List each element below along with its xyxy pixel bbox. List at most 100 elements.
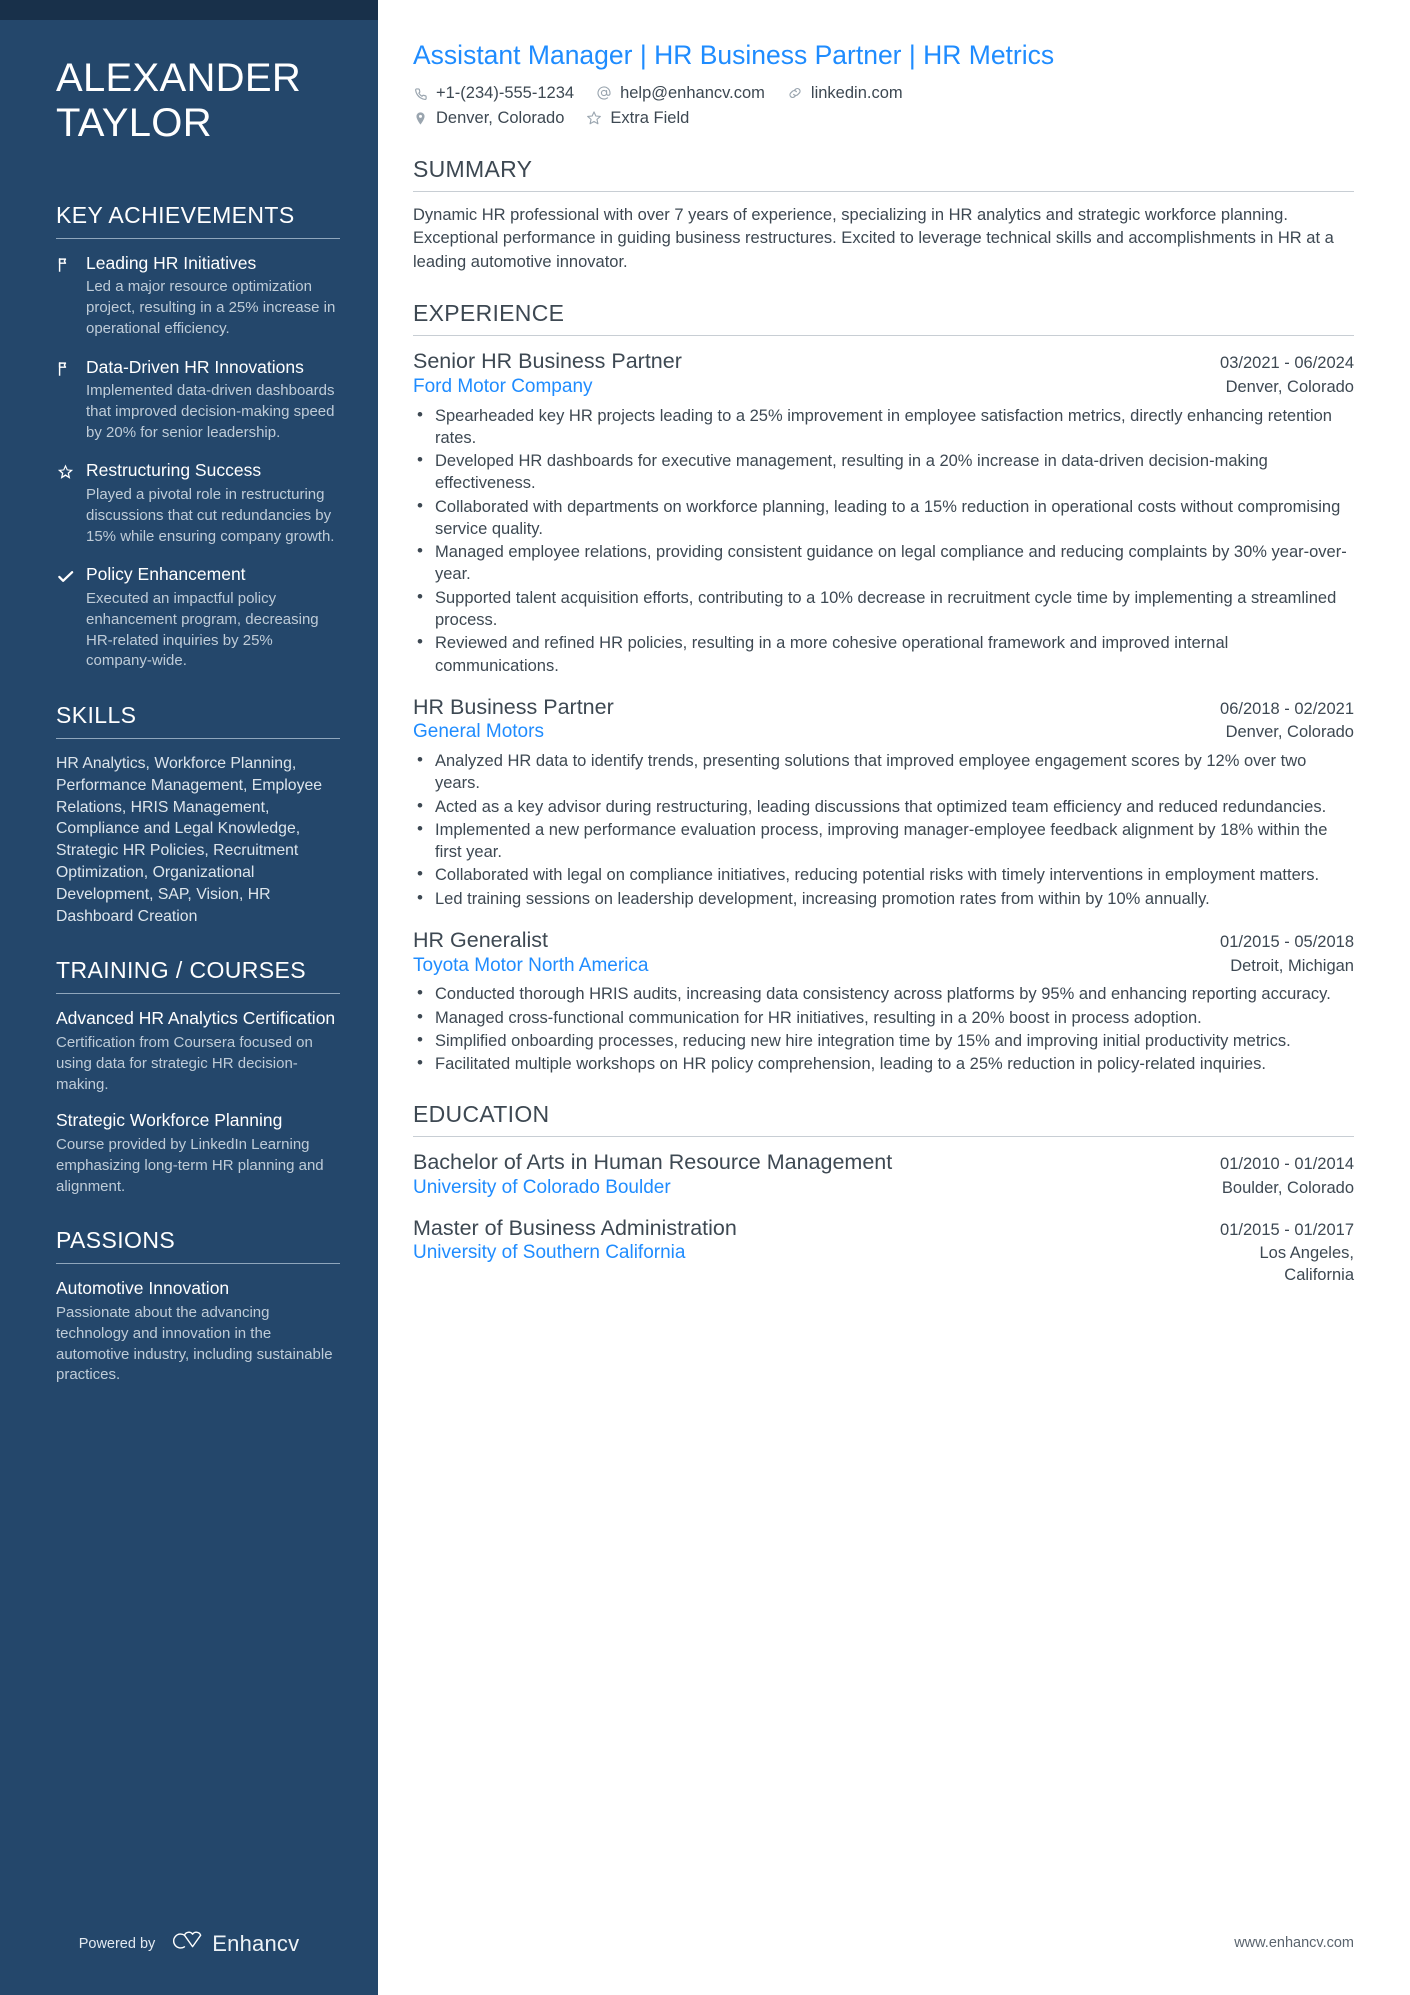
flag-icon xyxy=(56,357,86,444)
experience-title-row: HR Business Partner 06/2018 - 02/2021 xyxy=(413,694,1354,721)
degree-dates: 01/2015 - 01/2017 xyxy=(1220,1220,1354,1239)
contact-extra-field-text: Extra Field xyxy=(610,108,690,127)
school-location: Boulder, Colorado xyxy=(1221,1179,1354,1198)
job-bullet: Managed employee relations, providing co… xyxy=(413,540,1354,586)
contact-row-secondary: Denver, Colorado Extra Field xyxy=(413,107,1354,130)
education-entry: Bachelor of Arts in Human Resource Manag… xyxy=(413,1149,1354,1200)
star-icon xyxy=(56,460,86,547)
contact-row-primary: +1-(234)-555-1234 help@enhancv.com linke… xyxy=(413,82,1354,105)
job-bullet: Managed cross-functional communication f… xyxy=(413,1006,1354,1029)
experience-company-row: General Motors Denver, Colorado xyxy=(413,720,1354,745)
contact-email[interactable]: help@enhancv.com xyxy=(596,82,765,105)
job-dates: 03/2021 - 06/2024 xyxy=(1220,354,1354,373)
achievement-item: Leading HR Initiatives Led a major resou… xyxy=(56,253,340,340)
candidate-first-name: ALEXANDER xyxy=(56,56,302,100)
contact-location[interactable]: Denver, Colorado xyxy=(413,107,564,130)
contact-phone-text: +1-(234)-555-1234 xyxy=(436,83,575,102)
job-bullet: Led training sessions on leadership deve… xyxy=(413,887,1354,910)
section-divider xyxy=(56,993,340,995)
experience-title-row: Senior HR Business Partner 03/2021 - 06/… xyxy=(413,348,1354,375)
course-title: Advanced HR Analytics Certification xyxy=(56,1008,336,1029)
achievement-description: Implemented data-driven dashboards that … xyxy=(86,382,335,441)
job-company[interactable]: Ford Motor Company xyxy=(413,375,1208,400)
course-description: Course provided by LinkedIn Learning emp… xyxy=(56,1136,324,1195)
job-location: Denver, Colorado xyxy=(1225,723,1354,742)
section-summary: SUMMARY Dynamic HR professional with ove… xyxy=(413,156,1354,274)
job-bullet-list: Spearheaded key HR projects leading to a… xyxy=(413,404,1354,677)
section-divider xyxy=(56,738,340,740)
job-bullet: Supported talent acquisition efforts, co… xyxy=(413,586,1354,632)
job-bullet: Implemented a new performance evaluation… xyxy=(413,818,1354,864)
contact-extra-field[interactable]: Extra Field xyxy=(586,107,689,130)
job-dates: 06/2018 - 02/2021 xyxy=(1220,699,1354,718)
powered-by-label: Powered by xyxy=(78,1935,156,1952)
contact-linkedin-text: linkedin.com xyxy=(810,83,903,102)
contact-email-text: help@enhancv.com xyxy=(620,83,765,102)
enhancv-url[interactable]: www.enhancv.com xyxy=(1234,1935,1354,1951)
enhancv-brand[interactable]: Enhancv xyxy=(169,1930,299,1957)
job-bullet: Simplified onboarding processes, reducin… xyxy=(413,1029,1354,1052)
sidebar-footer: Powered by Enhancv xyxy=(0,1930,378,1957)
section-divider xyxy=(56,237,340,239)
section-divider xyxy=(56,1263,340,1265)
check-icon xyxy=(56,564,86,672)
job-bullet: Developed HR dashboards for executive ma… xyxy=(413,449,1354,495)
section-passions: PASSIONS Automotive Innovation Passionat… xyxy=(56,1227,340,1386)
achievement-title: Data-Driven HR Innovations xyxy=(86,356,304,377)
job-bullet: Spearheaded key HR projects leading to a… xyxy=(413,404,1354,450)
achievement-description: Played a pivotal role in restructuring d… xyxy=(86,486,335,545)
contact-linkedin[interactable]: linkedin.com xyxy=(787,82,903,105)
star-outline-icon xyxy=(586,110,602,126)
job-bullet-list: Conducted thorough HRIS audits, increasi… xyxy=(413,982,1354,1075)
experience-company-row: Toyota Motor North America Detroit, Mich… xyxy=(413,954,1354,979)
job-title: HR Generalist xyxy=(413,927,549,952)
section-training-courses: TRAINING / COURSES Advanced HR Analytics… xyxy=(56,957,340,1197)
section-divider xyxy=(413,1136,1354,1138)
job-company[interactable]: Toyota Motor North America xyxy=(413,954,1212,979)
section-heading-passions: PASSIONS xyxy=(56,1227,176,1254)
section-heading-education: EDUCATION xyxy=(413,1101,550,1128)
job-title: Senior HR Business Partner xyxy=(413,349,682,374)
education-school-row: University of Southern California Los An… xyxy=(413,1241,1354,1286)
at-sign-icon xyxy=(596,85,612,101)
achievement-item: Policy Enhancement Executed an impactful… xyxy=(56,564,340,672)
experience-title-row: HR Generalist 01/2015 - 05/2018 xyxy=(413,927,1354,954)
professional-headline: Assistant Manager | HR Business Partner … xyxy=(413,40,1055,70)
job-bullet: Acted as a key advisor during restructur… xyxy=(413,795,1354,818)
course-title: Strategic Workforce Planning xyxy=(56,1110,283,1131)
course-item: Advanced HR Analytics Certification Cert… xyxy=(56,1008,340,1095)
course-item: Strategic Workforce Planning Course prov… xyxy=(56,1110,340,1197)
enhancv-wordmark: Enhancv xyxy=(212,1930,300,1956)
candidate-name: ALEXANDER TAYLOR xyxy=(56,56,340,146)
job-company[interactable]: General Motors xyxy=(413,720,1208,745)
section-heading-summary: SUMMARY xyxy=(413,155,533,182)
flag-icon xyxy=(56,253,86,340)
contact-location-text: Denver, Colorado xyxy=(436,108,565,127)
school-name[interactable]: University of Southern California xyxy=(413,1241,1242,1266)
achievement-description: Led a major resource optimization projec… xyxy=(86,278,336,337)
degree-title: Master of Business Administration xyxy=(413,1215,737,1240)
section-education: EDUCATION Bachelor of Arts in Human Reso… xyxy=(413,1101,1354,1286)
map-pin-icon xyxy=(413,111,428,126)
education-title-row: Master of Business Administration 01/201… xyxy=(413,1215,1354,1242)
main-content: Assistant Manager | HR Business Partner … xyxy=(378,0,1410,1995)
job-bullet: Collaborated with departments on workfor… xyxy=(413,495,1354,541)
contact-phone[interactable]: +1-(234)-555-1234 xyxy=(413,82,574,105)
school-name[interactable]: University of Colorado Boulder xyxy=(413,1176,1204,1201)
job-dates: 01/2015 - 05/2018 xyxy=(1220,932,1354,951)
degree-title: Bachelor of Arts in Human Resource Manag… xyxy=(413,1150,893,1175)
achievement-title: Restructuring Success xyxy=(86,460,262,481)
section-experience: EXPERIENCE Senior HR Business Partner 03… xyxy=(413,300,1354,1075)
sidebar: ALEXANDER TAYLOR KEY ACHIEVEMENTS Leadin… xyxy=(0,0,378,1995)
section-skills: SKILLS HR Analytics, Workforce Planning,… xyxy=(56,702,340,927)
achievement-title: Policy Enhancement xyxy=(86,564,246,585)
job-location: Detroit, Michigan xyxy=(1230,956,1354,975)
job-bullet: Collaborated with legal on compliance in… xyxy=(413,863,1354,886)
job-bullet: Conducted thorough HRIS audits, increasi… xyxy=(413,982,1354,1005)
job-bullet: Facilitated multiple workshops on HR pol… xyxy=(413,1052,1354,1075)
course-description: Certification from Coursera focused on u… xyxy=(56,1034,313,1093)
achievement-item: Data-Driven HR Innovations Implemented d… xyxy=(56,357,340,444)
experience-entry: HR Business Partner 06/2018 - 02/2021 Ge… xyxy=(413,694,1354,910)
achievement-title: Leading HR Initiatives xyxy=(86,252,257,273)
phone-icon xyxy=(413,86,428,101)
